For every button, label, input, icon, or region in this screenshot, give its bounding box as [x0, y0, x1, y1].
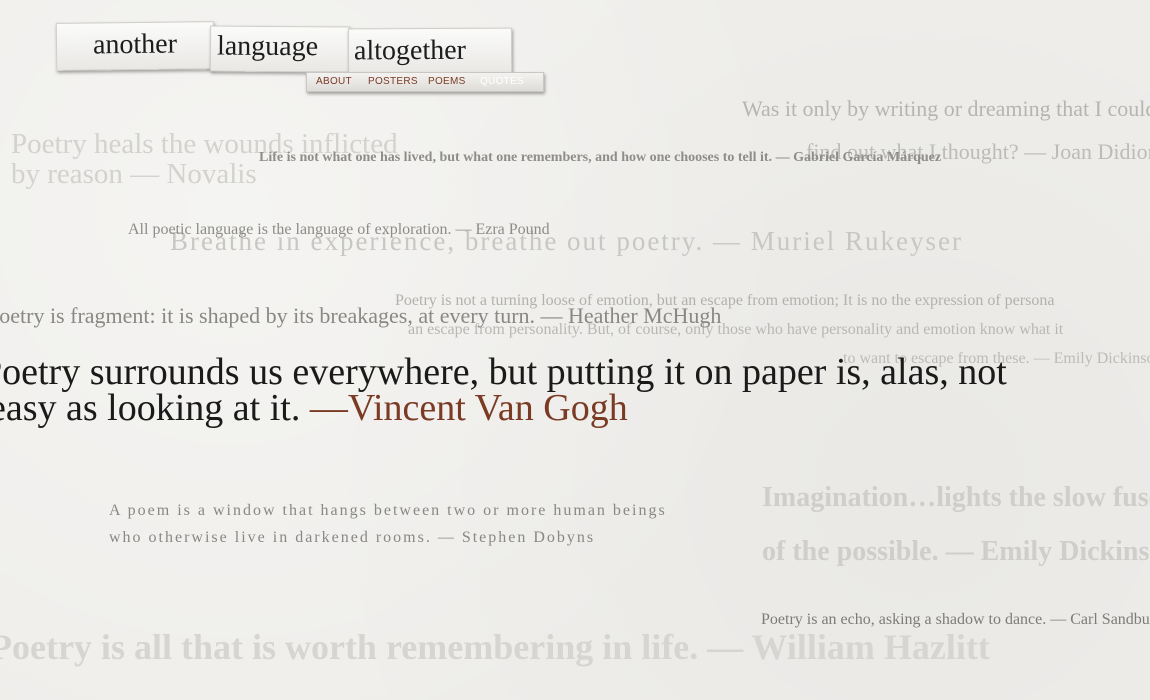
- logo-word-another: another: [92, 28, 178, 61]
- nav-posters[interactable]: POSTERS: [368, 76, 418, 87]
- quote-dobyns-line2: who otherwise live in darkened rooms. — …: [109, 529, 596, 546]
- nav-poems[interactable]: POEMS: [428, 76, 466, 87]
- quote-dickinson-line2: of the possible. — Emily Dickinson: [762, 536, 1150, 567]
- logo-strip-language: language: [209, 25, 351, 73]
- quote-hazlitt: Poetry is all that is worth remembering …: [0, 627, 990, 667]
- featured-quote-line2: easy as looking at it. —Vincent Van Gogh: [0, 386, 628, 430]
- featured-quote-text: easy as looking at it.: [0, 387, 301, 429]
- logo-strip-another: another: [55, 21, 215, 71]
- quote-dobyns-line1: A poem is a window that hangs between tw…: [109, 502, 667, 519]
- logo-word-altogether: altogether: [353, 34, 467, 67]
- quote-didion-line1: Was it only by writing or dreaming that …: [742, 96, 1150, 121]
- quote-marquez: Life is not what one has lived, but what…: [259, 150, 942, 165]
- featured-quote-author: —Vincent Van Gogh: [309, 387, 628, 429]
- quote-novalis-line2: by reason — Novalis: [11, 158, 257, 190]
- quote-dickinson-line1: Imagination…lights the slow fuse: [762, 482, 1150, 513]
- quote-mchugh: Poetry is fragment: it is shaped by its …: [0, 303, 722, 328]
- quote-pound: All poetic language is the language of e…: [128, 221, 550, 238]
- nav-quotes[interactable]: QUOTES: [480, 76, 524, 87]
- logo-word-language: language: [216, 30, 319, 63]
- nav-about[interactable]: ABOUT: [316, 76, 352, 87]
- logo-strip-altogether: altogether: [347, 27, 513, 75]
